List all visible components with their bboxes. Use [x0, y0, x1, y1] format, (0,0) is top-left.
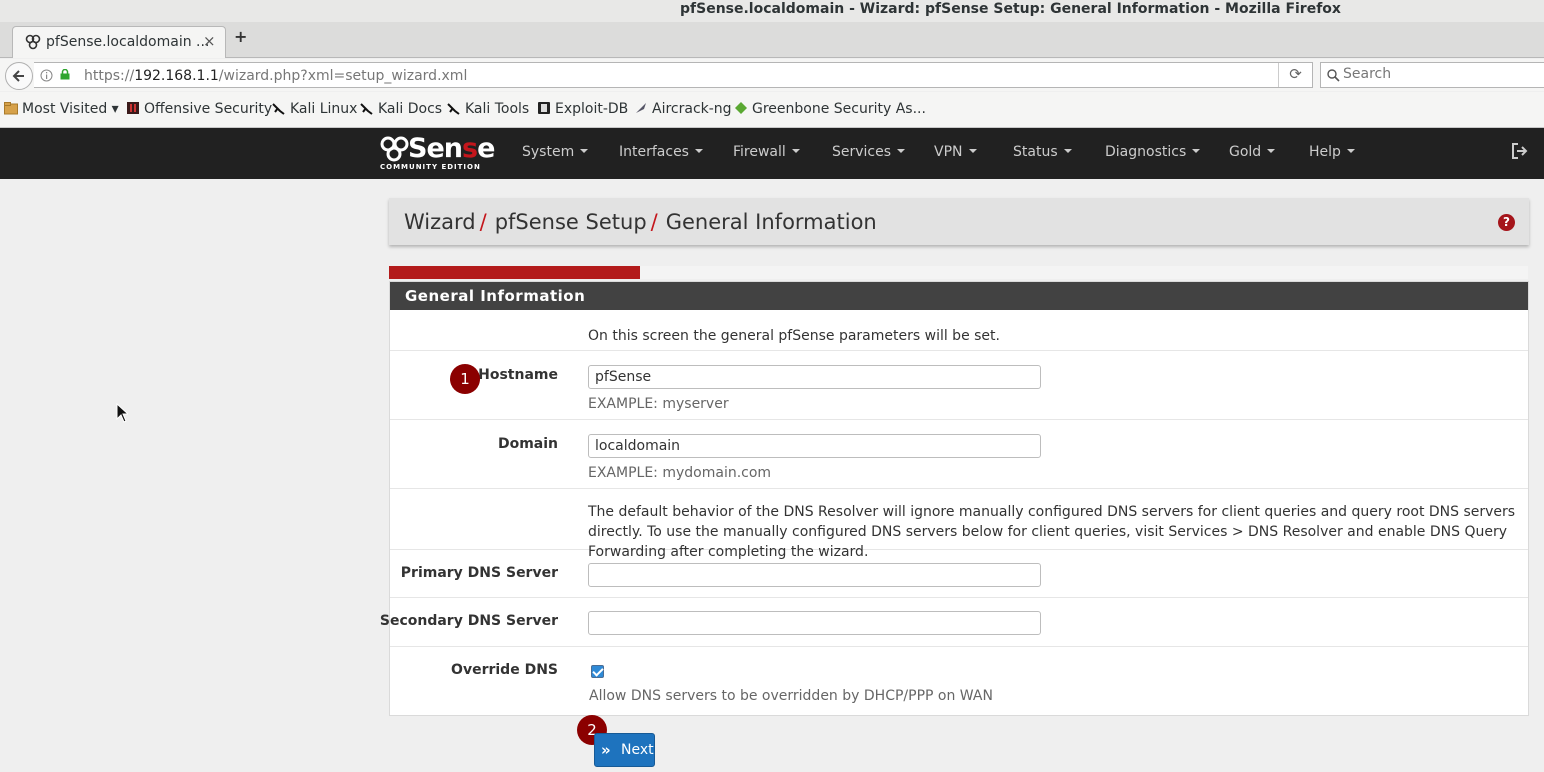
kali-icon — [447, 103, 460, 115]
override-dns-help: Allow DNS servers to be overridden by DH… — [589, 688, 993, 704]
secondary-dns-field[interactable] — [588, 611, 1041, 635]
menu-help[interactable]: Help — [1309, 144, 1355, 160]
search-input[interactable] — [1343, 66, 1543, 82]
override-dns-label: Override DNS — [451, 662, 558, 678]
menu-interfaces[interactable]: Interfaces — [619, 144, 703, 160]
domain-label: Domain — [497, 436, 558, 452]
hostname-label: Hostname — [478, 367, 558, 383]
caret-down-icon — [694, 149, 703, 153]
back-button[interactable] — [5, 62, 33, 90]
caret-down-icon — [1192, 149, 1201, 153]
back-arrow-icon — [12, 70, 24, 82]
bookmark-kali-linux[interactable]: Kali Linux — [272, 101, 357, 117]
aircrack-icon — [636, 103, 646, 113]
override-dns-checkbox[interactable] — [591, 665, 604, 678]
pfsense-favicon-icon — [25, 34, 41, 50]
info-icon — [40, 69, 53, 82]
bookmark-kali-tools[interactable]: Kali Tools — [447, 101, 529, 117]
general-information-panel: General Information On this screen the g… — [380, 281, 1529, 716]
bookmark-greenbone[interactable]: Greenbone Security As... — [734, 101, 926, 117]
bookmark-offensive-security[interactable]: Offensive Security — [126, 101, 272, 117]
window-titlebar: pfSense.localdomain - Wizard: pfSense Se… — [0, 0, 1544, 22]
tab-label: pfSense.localdomain ... — [46, 34, 210, 50]
url-bar[interactable]: https://192.168.1.1/wizard.php?xml=setup… — [34, 62, 1313, 88]
breadcrumb-general-information: General Information — [665, 210, 877, 234]
breadcrumb-separator: / — [650, 210, 658, 234]
panel-title: General Information — [390, 282, 1528, 310]
offsec-icon — [127, 102, 139, 114]
caret-down-icon — [1063, 149, 1072, 153]
primary-dns-row: Primary DNS Server — [390, 550, 1528, 598]
menu-status[interactable]: Status — [1013, 144, 1072, 160]
primary-dns-label: Primary DNS Server — [400, 565, 558, 581]
bookmark-exploit-db[interactable]: Exploit-DB — [537, 101, 628, 117]
menu-services[interactable]: Services — [832, 144, 906, 160]
dns-note-row: The default behavior of the DNS Resolver… — [390, 489, 1528, 560]
logout-icon[interactable] — [1511, 143, 1529, 159]
intro-row: On this screen the general pfSense param… — [390, 310, 1528, 351]
menu-gold[interactable]: Gold — [1229, 144, 1276, 160]
next-button-label: Next — [621, 742, 654, 758]
domain-row: Domain EXAMPLE: mydomain.com — [390, 420, 1528, 489]
secondary-dns-row: Secondary DNS Server — [380, 598, 1528, 647]
bookmark-kali-docs[interactable]: Kali Docs — [360, 101, 442, 117]
browser-tab[interactable]: pfSense.localdomain ... × — [12, 26, 226, 58]
reload-icon[interactable]: ⟳ — [1278, 63, 1312, 87]
logo-subtitle: COMMUNITY EDITION — [380, 163, 481, 171]
bookmarks-toolbar: Most Visited ▾ Offensive Security Kali L… — [0, 92, 1544, 128]
kali-icon — [272, 103, 285, 115]
navigation-bar: https://192.168.1.1/wizard.php?xml=setup… — [0, 59, 1544, 91]
tab-close-icon[interactable]: × — [203, 32, 216, 50]
wizard-progress-bar — [389, 266, 1528, 279]
caret-down-icon — [897, 149, 906, 153]
caret-down-icon — [968, 149, 977, 153]
domain-help: EXAMPLE: mydomain.com — [588, 465, 772, 481]
help-icon[interactable]: ? — [1498, 214, 1515, 231]
next-button[interactable]: » Next — [594, 733, 655, 767]
double-chevron-right-icon: » — [601, 741, 611, 759]
search-icon — [1327, 66, 1340, 86]
step-badge-1: 1 — [450, 364, 480, 394]
progress-fill — [389, 266, 640, 279]
menu-diagnostics[interactable]: Diagnostics — [1105, 144, 1201, 160]
exploitdb-icon — [538, 102, 550, 114]
hostname-row: Hostname EXAMPLE: myserver — [390, 351, 1528, 420]
caret-down-icon — [791, 149, 800, 153]
kali-icon — [360, 103, 373, 115]
menu-vpn[interactable]: VPN — [934, 144, 977, 160]
search-bar[interactable] — [1320, 62, 1544, 88]
breadcrumb: Wizard / pfSense Setup / General Information — [404, 210, 877, 234]
caret-down-icon — [1346, 149, 1355, 153]
pfsense-logo-icon — [380, 136, 409, 162]
primary-dns-field[interactable] — [588, 563, 1041, 587]
caret-down-icon — [580, 149, 589, 153]
breadcrumb-wizard[interactable]: Wizard — [404, 210, 476, 234]
menu-firewall[interactable]: Firewall — [733, 144, 800, 160]
hostname-field[interactable] — [588, 365, 1041, 389]
intro-text: On this screen the general pfSense param… — [588, 328, 1000, 344]
secondary-dns-label: Secondary DNS Server — [379, 613, 558, 629]
menu-system[interactable]: System — [522, 144, 589, 160]
override-dns-row: Override DNS Allow DNS servers to be ove… — [390, 647, 1528, 715]
tab-strip: pfSense.localdomain ... × + — [0, 22, 1544, 58]
bookmark-aircrack-ng[interactable]: Aircrack-ng — [634, 101, 732, 117]
greenbone-icon — [735, 102, 747, 114]
bookmark-most-visited[interactable]: Most Visited ▾ — [4, 101, 119, 117]
breadcrumb-panel: Wizard / pfSense Setup / General Information… — [389, 198, 1529, 245]
mouse-cursor-icon — [116, 403, 128, 423]
caret-down-icon — [1267, 149, 1276, 153]
hostname-help: EXAMPLE: myserver — [588, 396, 729, 412]
window-title: pfSense.localdomain - Wizard: pfSense Se… — [680, 1, 1341, 17]
lock-icon — [60, 69, 70, 80]
folder-icon — [4, 102, 18, 115]
breadcrumb-separator: / — [479, 210, 487, 234]
pfsense-logo[interactable]: Sense COMMUNITY EDITION — [380, 135, 495, 171]
breadcrumb-pfsense-setup[interactable]: pfSense Setup — [495, 210, 647, 234]
domain-field[interactable] — [588, 434, 1041, 458]
url-text: https://192.168.1.1/wizard.php?xml=setup… — [84, 68, 468, 84]
pfsense-header: Sense COMMUNITY EDITION System Interface… — [0, 128, 1544, 179]
new-tab-icon[interactable]: + — [234, 27, 247, 46]
